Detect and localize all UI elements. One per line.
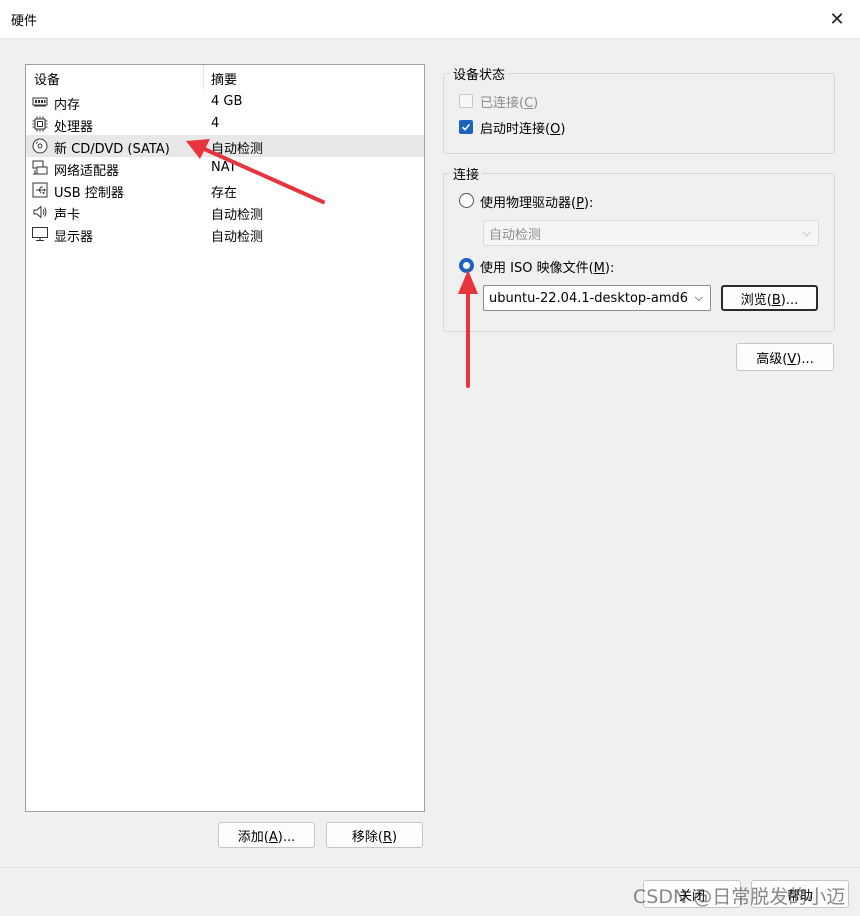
add-button-label: 添加(A)... [237, 829, 296, 845]
chevron-down-icon: ⌵ [691, 291, 703, 305]
iso-path-value: ubuntu-22.04.1-desktop-amd6 [489, 290, 689, 306]
connect-at-power-on-checkbox[interactable] [459, 120, 473, 134]
column-header-summary[interactable]: 摘要 [211, 69, 237, 88]
device-summary: 自动检测 [211, 230, 264, 245]
iso-image-radio[interactable] [459, 258, 474, 273]
device-summary: 4 GB [211, 94, 243, 109]
remove-button[interactable]: 移除(R) [326, 822, 423, 848]
network-icon [32, 160, 48, 176]
connect-at-power-on-label: 启动时连接(O) [480, 122, 566, 137]
ram-icon [32, 94, 48, 110]
connected-checkbox[interactable] [459, 94, 473, 108]
browse-button[interactable]: 浏览(B)... [721, 285, 818, 311]
iso-path-combobox[interactable]: ubuntu-22.04.1-desktop-amd6 ⌵ [483, 285, 711, 311]
device-name: 新 CD/DVD (SATA) [54, 142, 170, 157]
cpu-icon [32, 116, 48, 132]
device-summary: NAT [211, 160, 237, 175]
device-row-network[interactable]: 网络适配器 NAT [26, 157, 424, 179]
device-name: 内存 [54, 98, 81, 113]
device-row-usb[interactable]: USB 控制器 存在 [26, 179, 424, 201]
usb-icon [32, 182, 48, 198]
title-bar: 硬件 ✕ [0, 0, 860, 39]
device-name: 显示器 [54, 230, 94, 245]
connected-label: 已连接(C) [480, 96, 539, 111]
chevron-down-icon: ⌵ [802, 226, 811, 239]
device-list-header: 设备 摘要 [26, 65, 424, 89]
physical-drive-radio[interactable] [459, 193, 474, 208]
close-icon[interactable]: ✕ [824, 6, 850, 32]
device-row-display[interactable]: 显示器 自动检测 [26, 223, 424, 245]
device-name: 网络适配器 [54, 164, 120, 179]
device-list[interactable]: 设备 摘要 内存 4 GB 处理器 4 新 CD/DVD (SATA) 自动检测… [25, 64, 425, 812]
column-divider[interactable] [203, 65, 204, 89]
column-header-device[interactable]: 设备 [34, 69, 60, 88]
device-status-title: 设备状态 [450, 64, 509, 83]
remove-button-label: 移除(R) [351, 829, 398, 845]
device-name: USB 控制器 [54, 186, 124, 201]
physical-drive-value: 自动检测 [489, 227, 542, 243]
physical-drive-select[interactable]: 自动检测 ⌵ [483, 220, 819, 246]
watermark: CSDN @日常脱发的小迈 [633, 886, 846, 908]
device-status-group [443, 73, 835, 154]
device-row-sound[interactable]: 声卡 自动检测 [26, 201, 424, 223]
window-title: 硬件 [11, 14, 38, 29]
device-summary: 4 [211, 116, 220, 131]
browse-button-label: 浏览(B)... [740, 292, 799, 308]
checkmark-icon [461, 123, 471, 131]
advanced-button[interactable]: 高级(V)... [736, 343, 834, 371]
cd-icon [32, 138, 48, 154]
device-row-memory[interactable]: 内存 4 GB [26, 91, 424, 113]
device-summary: 存在 [211, 186, 238, 201]
device-summary: 自动检测 [211, 208, 264, 223]
add-button[interactable]: 添加(A)... [218, 822, 315, 848]
monitor-icon [32, 226, 48, 242]
device-row-cd-dvd[interactable]: 新 CD/DVD (SATA) 自动检测 [26, 135, 424, 157]
device-row-processor[interactable]: 处理器 4 [26, 113, 424, 135]
iso-image-label: 使用 ISO 映像文件(M): [480, 261, 615, 276]
advanced-button-label: 高级(V)... [756, 351, 814, 367]
physical-drive-label: 使用物理驱动器(P): [480, 196, 594, 211]
speaker-icon [32, 204, 48, 220]
device-name: 处理器 [54, 120, 94, 135]
connection-title: 连接 [450, 164, 483, 183]
device-summary: 自动检测 [211, 142, 264, 157]
device-name: 声卡 [54, 208, 81, 223]
